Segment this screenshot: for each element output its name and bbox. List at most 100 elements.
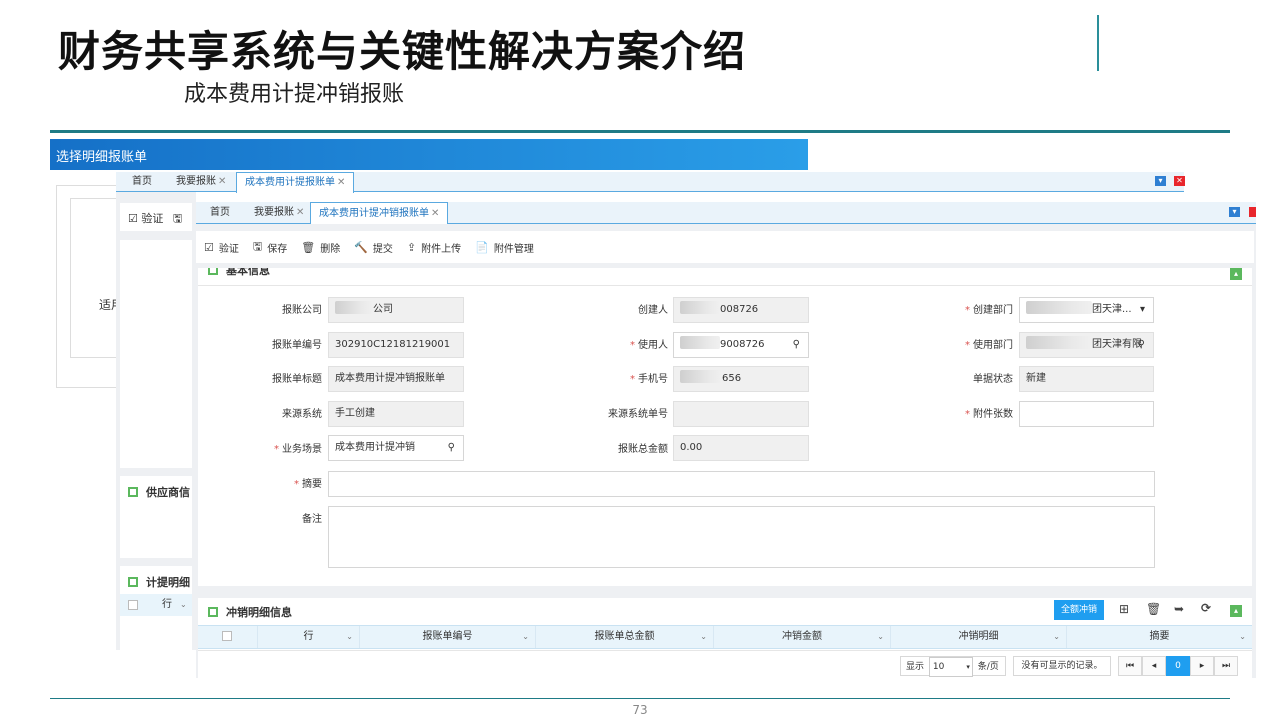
refresh-icon[interactable]: ⟳ <box>1201 601 1211 615</box>
close-window-icon[interactable]: ✕ <box>1174 176 1185 186</box>
collapse-icon[interactable]: ▴ <box>1230 605 1242 617</box>
attach-count-input[interactable] <box>1019 401 1154 427</box>
writeoff-grid-header: 行 ⌄ 报账单编号 ⌄ 报账单总金额 ⌄ 冲销金额 ⌄ 冲销明细 ⌄ 摘要 ⌄ <box>198 625 1252 649</box>
close-icon[interactable]: ✕ <box>337 177 345 188</box>
chevron-down-icon[interactable]: ⌄ <box>700 626 707 648</box>
empty-records-text: 没有可显示的记录。 <box>1013 656 1111 676</box>
user-label: * 使用人 <box>630 340 668 351</box>
chevron-down-icon[interactable]: ⌄ <box>1239 626 1246 648</box>
chevron-down-icon[interactable]: ⌄ <box>877 626 884 648</box>
slide-title: 财务共享系统与关键性解决方案介绍 <box>58 27 747 76</box>
pagination-bar: 显示 10 ▾ 条/页 没有可显示的记录。 ⏮ ◂ 0 ▸ ⏭ <box>198 650 1252 678</box>
source-sys-field: 手工创建 <box>328 401 464 427</box>
prev-page-icon[interactable]: ◂ <box>1142 656 1166 676</box>
current-page[interactable]: 0 <box>1166 656 1190 676</box>
doc-status-label: 单据状态 <box>973 374 1013 385</box>
trash-icon: 🗑 <box>301 240 316 254</box>
col-writeoff-amount[interactable]: 冲销金额 ⌄ <box>714 626 891 648</box>
next-page-icon[interactable]: ▸ <box>1190 656 1214 676</box>
col-doc-no[interactable]: 报账单编号 ⌄ <box>360 626 536 648</box>
doc-title-field: 成本费用计提冲销报账单 <box>328 366 464 392</box>
save-icon[interactable]: 🖫 <box>173 212 182 225</box>
mid-tab-my-reimburse[interactable]: 我要报账 ✕ <box>168 172 234 192</box>
chevron-down-icon[interactable]: ⌄ <box>180 594 187 616</box>
close-icon[interactable]: ✕ <box>218 176 226 187</box>
summary-label: * 摘要 <box>294 479 322 490</box>
mid-supplier-section: 供应商信 <box>120 476 192 558</box>
create-dept-select[interactable]: 团天津... ▾ <box>1019 297 1154 323</box>
select-all-checkbox[interactable] <box>128 600 138 610</box>
upload-icon: ⇪ <box>406 240 417 254</box>
submit-button[interactable]: 🔨 提交 <box>354 240 393 255</box>
creator-field: 008726 <box>673 297 809 323</box>
close-icon[interactable]: ✕ <box>431 208 439 219</box>
top-rule <box>50 130 1230 133</box>
close-icon[interactable]: ✕ <box>296 207 304 218</box>
basic-info-header: 基本信息 ▴ <box>198 268 1252 286</box>
minimize-icon[interactable]: ▾ <box>1155 176 1166 186</box>
search-icon[interactable]: ⚲ <box>793 333 800 357</box>
select-dialog-header: 选择明细报账单 <box>50 139 808 170</box>
chevron-down-icon[interactable]: ⌄ <box>1053 626 1060 648</box>
creator-label: 创建人 <box>638 305 668 316</box>
collapse-icon[interactable]: ▴ <box>1230 268 1242 280</box>
check-square-icon[interactable]: ☑ <box>128 212 138 225</box>
mid-accrual-section: 计提明细 行 ⌄ <box>120 566 192 650</box>
mid-verify-label[interactable]: 验证 <box>141 212 163 225</box>
middle-tab-bar: 首页 我要报账 ✕ 成本费用计提报账单 ✕ ▾ ✕ <box>116 172 1185 193</box>
trash-icon[interactable]: 🗑 <box>1146 602 1161 616</box>
phone-field[interactable]: 656 <box>673 366 809 392</box>
remark-label: 备注 <box>302 514 322 525</box>
mid-toolbar: ☑ 验证 🖫 <box>120 203 192 231</box>
tab-home[interactable]: 首页 <box>202 202 238 224</box>
select-all-checkbox[interactable] <box>222 631 232 641</box>
delete-button[interactable]: 🗑 删除 <box>301 240 340 255</box>
save-button[interactable]: 🖫 保存 <box>253 238 287 257</box>
tab-my-reimburse[interactable]: 我要报账 ✕ <box>246 202 312 224</box>
phone-label: * 手机号 <box>630 374 668 385</box>
close-window-icon[interactable] <box>1249 207 1256 217</box>
col-row[interactable]: 行 ⌄ <box>258 626 360 648</box>
search-icon[interactable]: ⚲ <box>448 436 455 460</box>
mid-row-header: 行 <box>162 599 172 610</box>
last-page-icon[interactable]: ⏭ <box>1214 656 1238 676</box>
col-select <box>198 626 258 648</box>
dropdown-caret-icon[interactable]: ▾ <box>966 658 970 676</box>
source-no-label: 来源系统单号 <box>608 409 668 420</box>
attachment-manage-button[interactable]: 📄 附件管理 <box>475 240 534 255</box>
col-writeoff-detail[interactable]: 冲销明细 ⌄ <box>891 626 1067 648</box>
summary-input[interactable] <box>328 471 1155 497</box>
redaction-blur <box>335 301 373 314</box>
page-size-select[interactable]: 10 ▾ <box>928 657 973 677</box>
section-icon <box>128 487 138 497</box>
company-label: 报账公司 <box>282 305 322 316</box>
use-dept-field[interactable]: 团天津有限 ⚲ <box>1019 332 1154 358</box>
first-page-icon[interactable]: ⏮ <box>1118 656 1142 676</box>
export-icon[interactable]: ➥ <box>1174 602 1184 616</box>
biz-scene-field[interactable]: 成本费用计提冲销 ⚲ <box>328 435 464 461</box>
minimize-icon[interactable]: ▾ <box>1229 207 1240 217</box>
front-tab-bar: 首页 我要报账 ✕ 成本费用计提冲销报账单 ✕ ▾ <box>196 202 1256 225</box>
basic-info-title: 基本信息 <box>226 268 270 277</box>
check-square-icon: ☑ <box>204 240 214 254</box>
col-summary[interactable]: 摘要 ⌄ <box>1067 626 1252 648</box>
user-field[interactable]: 9008726 ⚲ <box>673 332 809 358</box>
attachment-upload-button[interactable]: ⇪ 附件上传 <box>407 240 461 255</box>
mid-tab-home[interactable]: 首页 <box>124 172 160 192</box>
col-doc-total[interactable]: 报账单总金额 ⌄ <box>536 626 714 648</box>
add-row-icon[interactable]: ⊞ <box>1119 602 1129 616</box>
dropdown-caret-icon[interactable]: ▾ <box>1140 298 1145 322</box>
doc-no-field: 302910C12181219001 <box>328 332 464 358</box>
page-number: 73 <box>632 703 648 717</box>
tab-accrual-writeoff[interactable]: 成本费用计提冲销报账单 ✕ <box>310 202 449 225</box>
mid-form-panel <box>120 240 192 468</box>
full-writeoff-button[interactable]: 全额冲销 <box>1054 600 1104 620</box>
remark-textarea[interactable] <box>328 506 1155 568</box>
save-icon: 🖫 <box>252 239 263 253</box>
search-icon[interactable]: ⚲ <box>1138 333 1145 357</box>
chevron-down-icon[interactable]: ⌄ <box>346 626 353 648</box>
verify-button[interactable]: ☑ 验证 <box>204 240 239 255</box>
mid-tab-accrual[interactable]: 成本费用计提报账单 ✕ <box>236 172 355 193</box>
slide-subtitle: 成本费用计提冲销报账 <box>184 82 405 107</box>
chevron-down-icon[interactable]: ⌄ <box>522 626 529 648</box>
